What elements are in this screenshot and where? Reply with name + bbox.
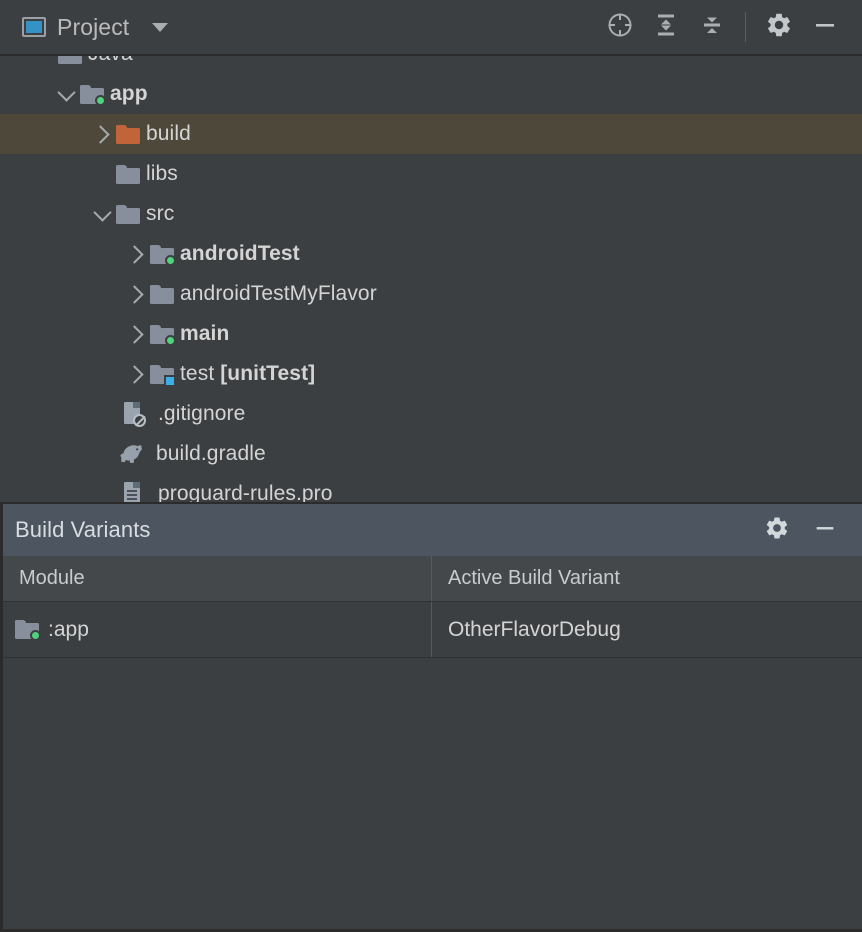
expand-arrow[interactable]	[122, 354, 150, 394]
crosshair-target-icon	[606, 11, 634, 44]
tree-row[interactable]: test [unitTest]	[0, 354, 862, 394]
project-toolwindow-header: Project	[0, 0, 862, 56]
tree-row-label: androidTestMyFlavor	[180, 282, 377, 306]
expand-all-button[interactable]	[645, 6, 687, 48]
project-tree: Java app build	[0, 56, 862, 502]
tree-row-label: src	[146, 202, 174, 226]
folder-icon	[116, 194, 146, 234]
tree-row-label: build.gradle	[156, 442, 266, 466]
tree-row-label: test [unitTest]	[180, 362, 315, 386]
cell-active-build-variant[interactable]: OtherFlavorDebug	[432, 602, 862, 657]
tree-row-label: Java	[88, 56, 133, 66]
toolwindow-actions	[599, 6, 846, 48]
build-variants-header: Build Variants	[0, 502, 862, 556]
tree-row[interactable]: androidTest	[0, 234, 862, 274]
hide-button[interactable]	[804, 6, 846, 48]
gear-icon	[764, 515, 790, 546]
settings-button[interactable]	[758, 6, 800, 48]
tree-row[interactable]: build	[0, 114, 862, 154]
folder-icon	[58, 56, 88, 74]
folder-icon	[80, 74, 110, 114]
table-row[interactable]: :app OtherFlavorDebug	[3, 602, 862, 658]
expand-arrow[interactable]	[88, 194, 116, 234]
tree-row[interactable]: libs	[0, 154, 862, 194]
gear-icon	[765, 11, 793, 44]
minimize-icon	[812, 515, 838, 546]
tree-row-label: androidTest	[180, 242, 300, 266]
project-window-icon	[22, 17, 46, 37]
folder-icon	[150, 354, 180, 394]
expand-arrow[interactable]	[122, 234, 150, 274]
module-name: :app	[48, 618, 89, 642]
page-title: Project	[57, 14, 129, 41]
cell-module[interactable]: :app	[3, 602, 432, 657]
source-root-badge-icon	[165, 335, 176, 346]
tree-row[interactable]: build.gradle	[0, 434, 862, 474]
folder-icon	[150, 234, 180, 274]
test-root-badge-icon	[164, 375, 176, 387]
tree-row[interactable]: app	[0, 74, 862, 114]
collapse-all-button[interactable]	[691, 6, 733, 48]
module-badge-icon	[30, 630, 41, 641]
folder-icon	[116, 154, 146, 194]
minimize-icon	[811, 11, 839, 44]
folder-icon	[150, 274, 180, 314]
module-folder-icon	[15, 620, 39, 639]
tree-row[interactable]: src	[0, 194, 862, 234]
gradle-icon	[120, 434, 152, 474]
tree-row-label: main	[180, 322, 229, 346]
column-header-module[interactable]: Module	[3, 556, 432, 601]
tree-row[interactable]: proguard-rules.pro	[0, 474, 862, 502]
tree-row[interactable]: main	[0, 314, 862, 354]
toolbar-separator	[745, 12, 746, 42]
project-tree-rows: Java app build	[0, 56, 862, 502]
build-variants-empty-area	[3, 658, 862, 929]
build-variants-actions	[756, 509, 846, 551]
tree-row[interactable]: Java	[0, 56, 862, 74]
table-header-row: Module Active Build Variant	[3, 556, 862, 602]
project-title-group[interactable]: Project	[22, 14, 168, 41]
column-header-active-build-variant[interactable]: Active Build Variant	[432, 556, 862, 601]
tree-row-label: proguard-rules.pro	[158, 482, 333, 502]
file-ignored-icon	[122, 394, 152, 434]
expand-arrow[interactable]	[122, 274, 150, 314]
project-tool-window: Project	[0, 0, 862, 932]
tree-row-label: .gitignore	[158, 402, 245, 426]
build-variants-title: Build Variants	[15, 517, 151, 543]
module-badge-icon	[95, 95, 106, 106]
text-file-icon	[122, 474, 152, 502]
expand-arrow[interactable]	[52, 74, 80, 114]
select-opened-file-button[interactable]	[599, 6, 641, 48]
folder-icon-orange	[116, 114, 146, 154]
collapse-all-icon	[698, 11, 726, 44]
active-variant-value: OtherFlavorDebug	[448, 618, 621, 642]
tree-row-label: build	[146, 122, 191, 146]
tree-row[interactable]: .gitignore	[0, 394, 862, 434]
tree-row-label: libs	[146, 162, 178, 186]
expand-all-icon	[652, 11, 680, 44]
build-variants-settings-button[interactable]	[756, 509, 798, 551]
source-root-badge-icon	[165, 255, 176, 266]
folder-icon	[150, 314, 180, 354]
build-variants-table: Module Active Build Variant :app OtherFl…	[3, 556, 862, 658]
expand-arrow[interactable]	[122, 314, 150, 354]
tree-row[interactable]: androidTestMyFlavor	[0, 274, 862, 314]
expand-arrow[interactable]	[88, 114, 116, 154]
build-variants-panel: Module Active Build Variant :app OtherFl…	[0, 556, 862, 932]
chevron-down-icon[interactable]	[152, 23, 168, 32]
build-variants-hide-button[interactable]	[804, 509, 846, 551]
tree-row-label: app	[110, 82, 148, 106]
tree-row-label-suffix: [unitTest]	[220, 362, 315, 385]
